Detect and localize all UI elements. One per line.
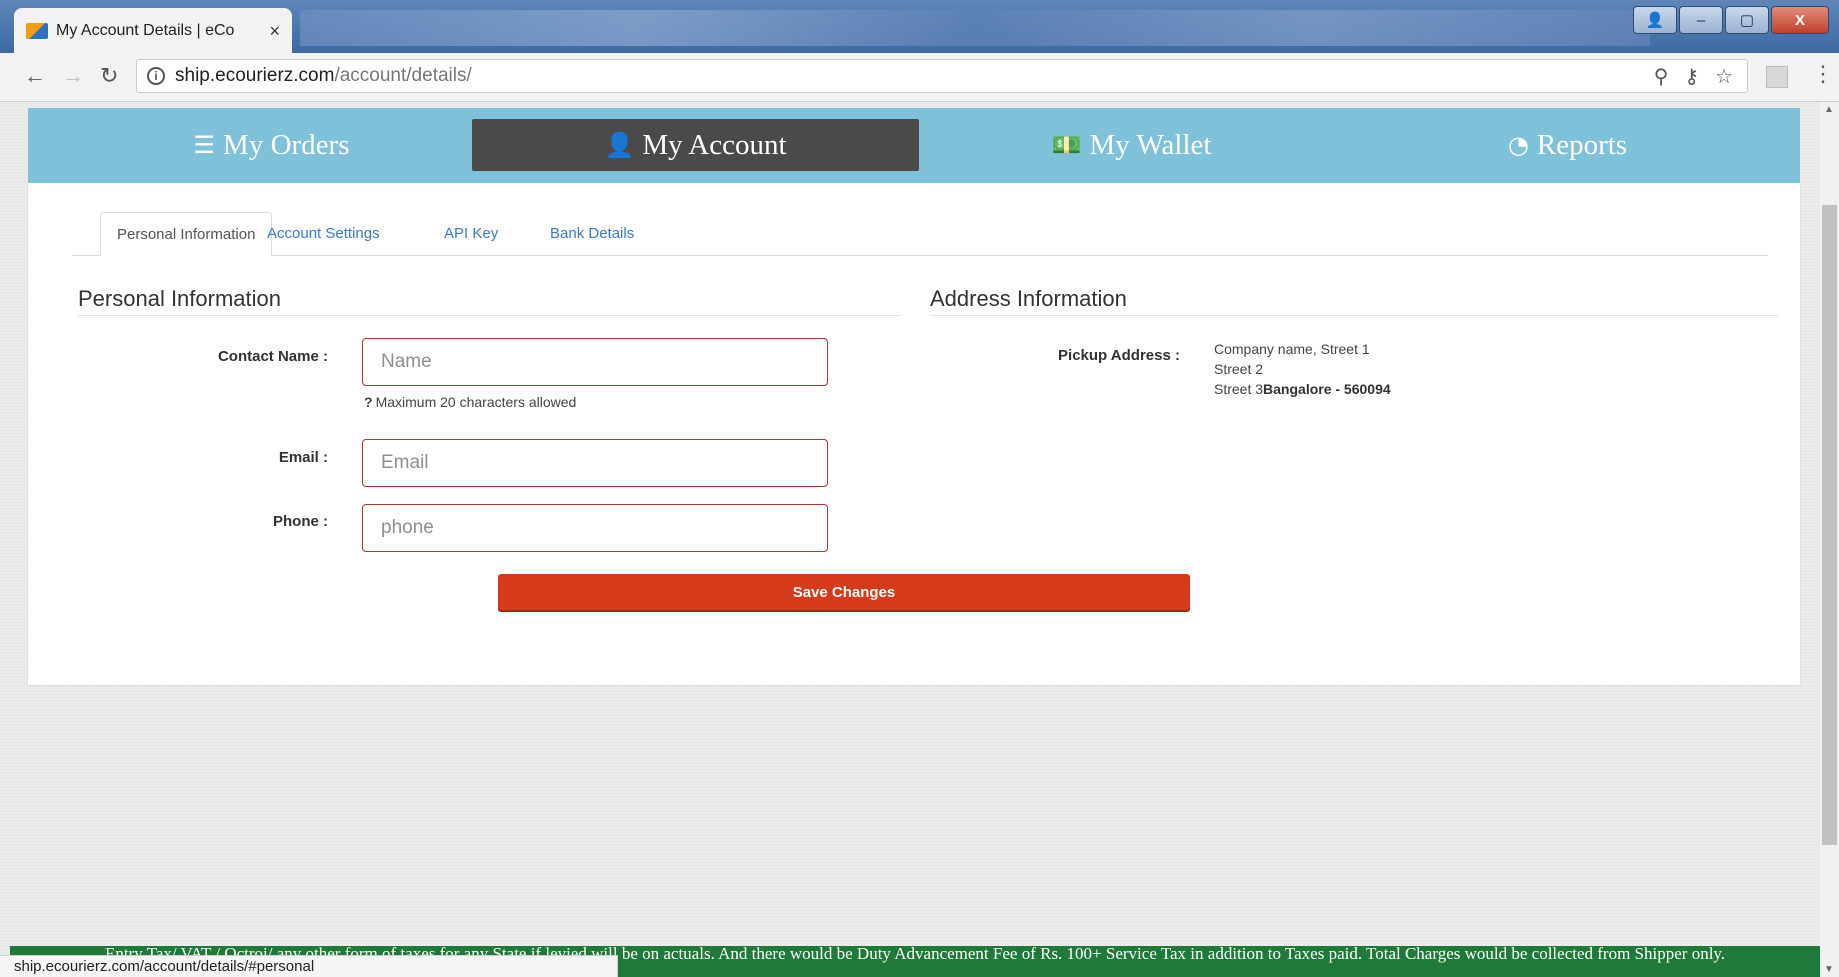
nav-my-wallet-label: My Wallet: [1089, 128, 1212, 161]
tab-account-settings[interactable]: Account Settings: [267, 212, 380, 255]
tab-close-icon[interactable]: ×: [269, 21, 280, 42]
site-info-icon[interactable]: i: [147, 67, 165, 85]
phone-input[interactable]: [362, 504, 828, 552]
contact-name-label: Contact Name :: [217, 348, 328, 365]
user-profile-button[interactable]: 👤: [1633, 6, 1677, 34]
url-host: ship.ecourierz.com: [175, 65, 335, 86]
window-controls: 👤 – ▢ X: [1633, 6, 1829, 34]
nav-my-account-label: My Account: [642, 128, 787, 161]
pie-chart-icon: ◔: [1507, 131, 1529, 159]
personal-info-divider: [78, 315, 900, 316]
browser-toolbar: ← → ↻ i ship.ecourierz.com/account/detai…: [0, 53, 1839, 102]
menu-bars-icon: ☰: [193, 131, 216, 159]
phone-label: Phone :: [273, 513, 328, 530]
address-line-2: Street 2: [1214, 361, 1264, 377]
email-input[interactable]: [362, 439, 828, 487]
account-subtabs: Personal Information Account Settings AP…: [72, 212, 1768, 256]
email-label: Email :: [278, 449, 328, 466]
nav-reports-label: Reports: [1536, 128, 1628, 161]
pickup-address-label: Pickup Address :: [1058, 347, 1180, 364]
nav-reports[interactable]: ◔ Reports: [1344, 119, 1791, 171]
key-icon[interactable]: ⚷: [1684, 64, 1699, 89]
reload-icon[interactable]: ↻: [100, 63, 118, 89]
address-info-divider: [930, 315, 1778, 316]
omnibox-actions: ⚲ ⚷ ☆: [1654, 64, 1733, 89]
extension-icon[interactable]: [1766, 66, 1788, 88]
nav-my-orders[interactable]: ☰ My Orders: [48, 119, 495, 171]
zoom-icon[interactable]: ⚲: [1654, 64, 1669, 89]
bookmark-star-icon[interactable]: ☆: [1715, 64, 1733, 89]
browser-menu-icon[interactable]: ⋮: [1812, 61, 1834, 87]
url-path: /account/details/: [334, 65, 472, 86]
user-icon: 👤: [604, 131, 635, 159]
scroll-down-arrow-icon[interactable]: ▼: [1824, 964, 1834, 975]
background-tabs[interactable]: [300, 10, 1650, 46]
minimize-button[interactable]: –: [1679, 6, 1723, 34]
tab-personal-information[interactable]: Personal Information: [100, 212, 273, 256]
nav-my-orders-label: My Orders: [223, 128, 350, 161]
scroll-up-arrow-icon[interactable]: ▲: [1824, 104, 1834, 115]
address-line-3: Street 3: [1214, 381, 1264, 397]
help-icon: ?: [364, 394, 373, 410]
money-icon: 💵: [1051, 131, 1082, 159]
scrollbar-thumb[interactable]: [1822, 205, 1837, 845]
close-window-button[interactable]: X: [1771, 6, 1829, 34]
address-bar[interactable]: i ship.ecourierz.com/account/details/ ⚲ …: [136, 59, 1748, 93]
status-url-bubble: ship.ecourierz.com/account/details/#pers…: [0, 955, 618, 977]
maximize-button[interactable]: ▢: [1725, 6, 1769, 34]
pickup-address-value: Company name, Street 1 Street 2 Street 3…: [1214, 339, 1391, 399]
address-city-pin: Bangalore - 560094: [1263, 381, 1391, 397]
contact-name-hint-text: Maximum 20 characters allowed: [375, 394, 577, 410]
save-changes-button[interactable]: Save Changes: [498, 574, 1190, 610]
contact-name-input[interactable]: [362, 338, 828, 386]
contact-name-hint: ? Maximum 20 characters allowed: [364, 394, 576, 410]
address-info-heading: Address Information: [930, 286, 1127, 311]
tab-bank-details[interactable]: Bank Details: [550, 212, 634, 255]
forward-arrow-icon[interactable]: →: [62, 63, 84, 89]
browser-titlebar: My Account Details | eCo × 👤 – ▢ X: [0, 0, 1839, 54]
site-favicon-icon: [26, 23, 48, 39]
personal-info-heading: Personal Information: [78, 286, 281, 311]
back-arrow-icon[interactable]: ←: [24, 63, 46, 89]
address-line-1: Company name, Street 1: [1214, 341, 1370, 357]
tab-api-key[interactable]: API Key: [444, 212, 498, 255]
nav-my-wallet[interactable]: 💵 My Wallet: [908, 119, 1355, 171]
tab-title: My Account Details | eCo: [56, 22, 235, 39]
nav-my-account[interactable]: 👤 My Account: [472, 119, 919, 171]
account-details-card: Personal Information Account Settings AP…: [28, 183, 1800, 685]
browser-tab-active[interactable]: My Account Details | eCo ×: [14, 8, 292, 54]
main-navigation: ☰ My Orders 👤 My Account 💵 My Wallet ◔ R…: [28, 108, 1800, 183]
